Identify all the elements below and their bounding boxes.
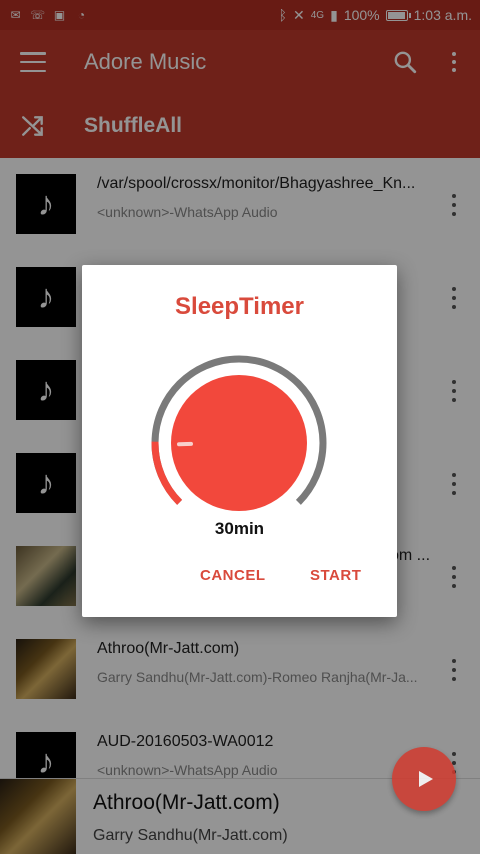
start-button[interactable]: START [310,567,361,584]
dialog-title: SleepTimer [175,293,304,320]
play-icon [419,771,433,787]
timer-dial[interactable] [147,351,331,535]
play-button[interactable] [392,747,456,811]
timer-value: 30min [214,519,265,538]
cancel-button[interactable]: CANCEL [200,567,266,584]
sleep-timer-dialog: SleepTimer 30min CANCEL START [82,265,397,617]
